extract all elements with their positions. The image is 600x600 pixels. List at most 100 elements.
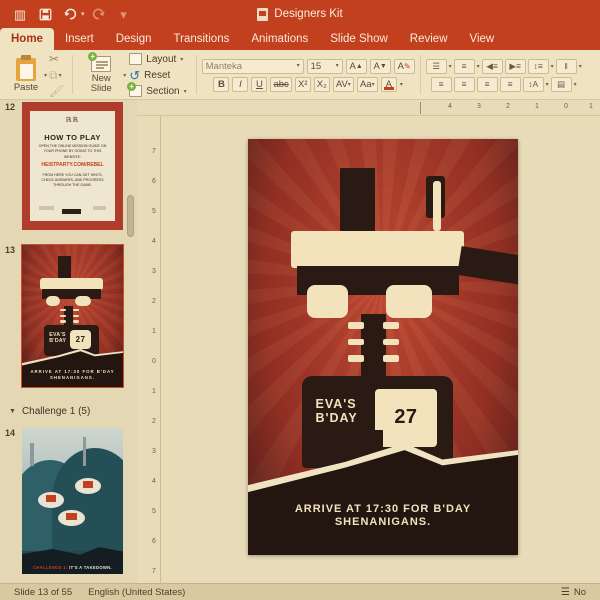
section-icon: +: [127, 82, 143, 97]
section-button[interactable]: + Section ▾: [127, 82, 187, 98]
text-direction-button[interactable]: ↕A: [522, 76, 544, 92]
justify-icon: ≡: [507, 78, 513, 89]
thumb-badge-number: 27: [70, 330, 91, 349]
tab-slide-show[interactable]: Slide Show: [319, 28, 399, 50]
thumbnail-slide-13[interactable]: 13 EVA'S B'DAY 27 ARRIVE AT 17:30 FOR B'…: [0, 244, 137, 391]
thumbnail-pane-scrollbar[interactable]: [127, 195, 134, 237]
notes-icon[interactable]: ☰: [561, 587, 570, 598]
underline-button[interactable]: U: [251, 76, 268, 92]
align-right-button[interactable]: ≡: [476, 76, 498, 92]
align-center-icon: ≡: [461, 78, 467, 89]
line-spacing-button[interactable]: ↕≡: [527, 58, 549, 74]
thumb-caption: IT'S A TAKEDOWN.: [69, 564, 112, 570]
current-slide[interactable]: EVA'S B'DAY 27 ARRIVE AT 17:30 FOR B'DAY…: [248, 139, 518, 555]
tab-animations[interactable]: Animations: [240, 28, 319, 50]
customize-toolbar-icon[interactable]: ▾: [113, 4, 135, 24]
thumbnail-slide-14[interactable]: 14 CHALLENGE 1: IT'S A TAKEDOWN.: [0, 428, 137, 578]
horizontal-ruler[interactable]: 4 3 2 1 0 1: [137, 100, 600, 116]
numbering-caret-icon[interactable]: ▾: [477, 63, 480, 70]
align-right-icon: ≡: [484, 78, 490, 89]
tab-home[interactable]: Home: [0, 28, 54, 50]
thumb-caption-accent: CHALLENGE 1:: [33, 564, 68, 570]
change-case-button[interactable]: Aa ▾: [356, 76, 378, 92]
font-name-caret-icon[interactable]: ▾: [297, 60, 300, 73]
copy-icon: ⧉: [49, 68, 58, 82]
vertical-ruler[interactable]: 7 6 5 4 3 2 1 0 1 2 3 4 5 6 7: [149, 116, 165, 583]
slide-thumbnail-pane[interactable]: 12 ℝℝ HOW TO PLAY OPEN THE ONLINE MISSIO…: [0, 100, 137, 583]
hruler-tick-2: 2: [506, 103, 510, 110]
columns-button[interactable]: ‖: [555, 58, 577, 74]
superscript-button[interactable]: X²: [294, 76, 311, 92]
hruler-tick-3: 3: [477, 103, 481, 110]
section-collapse-triangle-icon[interactable]: ▼: [9, 408, 16, 415]
numbering-button[interactable]: ≡: [453, 58, 475, 74]
thumbnail-preview[interactable]: EVA'S B'DAY 27 ARRIVE AT 17:30 FOR B'DAY…: [21, 244, 124, 388]
thumbnail-preview[interactable]: ℝℝ HOW TO PLAY OPEN THE ONLINE MISSION G…: [22, 102, 123, 230]
slide-position-indicator[interactable]: Slide 13 of 55: [14, 587, 72, 598]
tab-review[interactable]: Review: [399, 28, 459, 50]
align-text-caret-icon[interactable]: ▾: [574, 81, 577, 88]
tab-view[interactable]: View: [459, 28, 506, 50]
align-left-button[interactable]: ≡: [430, 76, 452, 92]
character-spacing-button[interactable]: AV ▾: [332, 76, 354, 92]
reset-button[interactable]: ↺ Reset: [129, 68, 186, 82]
italic-label: I: [239, 78, 242, 90]
layout-button[interactable]: Layout ▾: [129, 52, 186, 66]
tab-design[interactable]: Design: [105, 28, 163, 50]
language-indicator[interactable]: English (United States): [88, 587, 185, 598]
thumbnail-slide-12[interactable]: 12 ℝℝ HOW TO PLAY OPEN THE ONLINE MISSIO…: [0, 102, 137, 234]
save-icon[interactable]: [34, 4, 56, 24]
thumb-caption: ARRIVE AT 17:30 FOR B'DAY SHENANIGANS.: [30, 369, 115, 380]
line-spacing-caret-icon[interactable]: ▾: [551, 63, 554, 70]
new-slide-button[interactable]: + New Slide: [79, 52, 123, 94]
superscript-label: X²: [298, 78, 308, 90]
notes-button[interactable]: No: [574, 587, 586, 598]
slide-badge-line1: EVA'S: [315, 396, 357, 411]
align-center-button[interactable]: ≡: [453, 76, 475, 92]
redo-icon[interactable]: [88, 4, 110, 24]
drill-pipe: [432, 180, 442, 231]
align-text-button[interactable]: ▤: [550, 76, 572, 92]
increase-font-size-button[interactable]: A ▲: [345, 58, 367, 74]
slide-canvas-pane[interactable]: EVA'S B'DAY 27 ARRIVE AT 17:30 FOR B'DAY…: [165, 116, 600, 583]
columns-icon: ‖: [564, 60, 568, 71]
sidebar-toggle-icon[interactable]: ▥: [9, 4, 31, 24]
font-size-caret-icon[interactable]: ▾: [336, 60, 339, 73]
tab-transitions[interactable]: Transitions: [163, 28, 241, 50]
tab-insert[interactable]: Insert: [54, 28, 105, 50]
hruler-tick-1: 1: [535, 103, 539, 110]
thumb-body-2: FROM HERE YOU CAN GET HINTS, CHECK ANSWE…: [41, 172, 104, 188]
decrease-font-size-button[interactable]: A ▼: [369, 58, 391, 74]
subscript-button[interactable]: X₂: [313, 76, 330, 92]
vruler-tick-1: 1: [152, 328, 156, 335]
section-header-challenge-1[interactable]: ▼ Challenge 1 (5): [0, 400, 137, 422]
font-color-button[interactable]: A: [380, 76, 397, 92]
justify-button[interactable]: ≡: [499, 76, 521, 92]
slide-caption-line2: SHENANIGANS.: [334, 516, 432, 529]
bullets-caret-icon[interactable]: ▾: [449, 63, 452, 70]
font-name-combobox[interactable]: Manteka ▾: [201, 58, 304, 74]
clear-formatting-button[interactable]: A ✎: [393, 58, 415, 74]
section-caret-icon[interactable]: ▾: [184, 88, 187, 95]
decrease-indent-button[interactable]: ◀≡: [481, 58, 503, 74]
italic-button[interactable]: I: [232, 76, 249, 92]
text-direction-caret-icon[interactable]: ▾: [546, 81, 549, 88]
vruler-tick-7: 7: [152, 148, 156, 155]
increase-indent-button[interactable]: ▶≡: [504, 58, 526, 74]
paste-button[interactable]: Paste: [4, 54, 44, 93]
bullets-button[interactable]: ☰: [425, 58, 447, 74]
thumbnail-preview[interactable]: CHALLENGE 1: IT'S A TAKEDOWN.: [22, 428, 123, 574]
undo-caret-icon[interactable]: ▾: [81, 10, 85, 18]
format-painter-button[interactable]: 🖌: [49, 84, 64, 98]
undo-icon[interactable]: [59, 4, 81, 24]
copy-button[interactable]: ⧉ ▾: [49, 68, 64, 82]
columns-caret-icon[interactable]: ▾: [579, 63, 582, 70]
layout-caret-icon[interactable]: ▾: [180, 56, 183, 63]
ribbon-group-paragraph: ☰ ▾ ≡ ▾ ◀≡ ▶≡ ↕≡ ▾ ‖ ▾ ≡ ≡ ≡ ≡ ↕A ▾ ▤ ▾: [423, 50, 585, 100]
font-color-caret-icon[interactable]: ▾: [400, 81, 403, 88]
bold-button[interactable]: B: [213, 76, 230, 92]
font-size-combobox[interactable]: 15 ▾: [306, 58, 343, 74]
copy-caret-icon[interactable]: ▾: [59, 72, 62, 79]
cut-button[interactable]: ✂: [49, 52, 64, 66]
strikethrough-button[interactable]: abc: [270, 76, 292, 92]
